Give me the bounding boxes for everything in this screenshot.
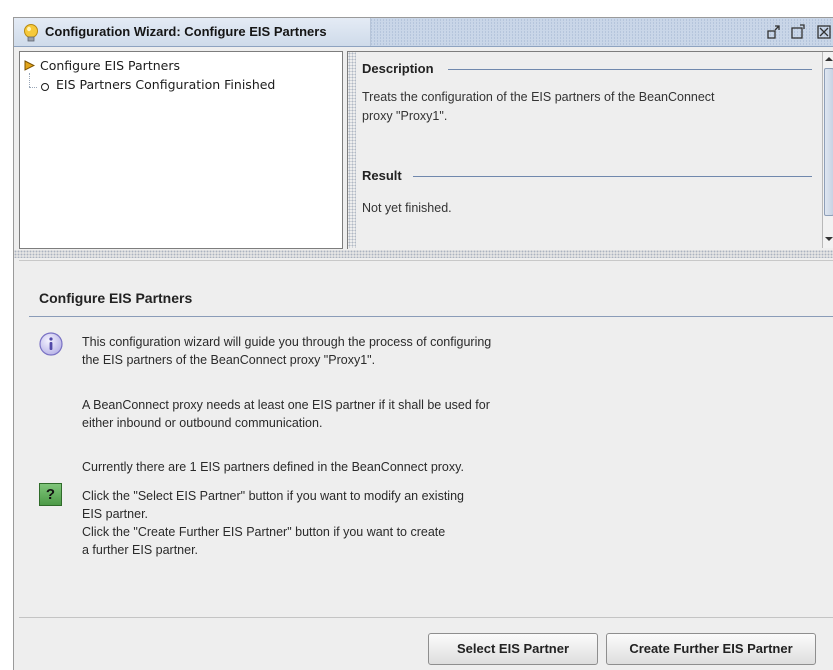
description-line-2: proxy "Proxy1". [362, 109, 448, 123]
result-heading: Result [362, 168, 402, 183]
question-icon: ? [39, 483, 62, 506]
wizard-window: Configuration Wizard: Configure EIS Part… [13, 17, 833, 670]
lightbulb-icon [24, 24, 38, 42]
details-pane: Description Treats the configuration of … [347, 51, 833, 249]
restore-icon[interactable] [766, 24, 782, 40]
description-heading: Description [362, 61, 434, 76]
message-line: EIS partner. [82, 507, 149, 521]
content-title: Configure EIS Partners [39, 290, 193, 306]
horizontal-splitter[interactable] [14, 250, 833, 258]
arrow-right-icon [24, 60, 35, 71]
message-line: the EIS partners of the BeanConnect prox… [82, 353, 376, 367]
description-line-1: Treats the configuration of the EIS part… [362, 90, 715, 104]
circle-icon [41, 83, 49, 91]
message-line: Click the "Create Further EIS Partner" b… [82, 525, 446, 539]
description-rule [448, 69, 812, 70]
window-title: Configuration Wizard: Configure EIS Part… [45, 24, 327, 39]
result-text: Not yet finished. [362, 201, 452, 215]
pane-border-texture [348, 52, 356, 248]
message-line: A BeanConnect proxy needs at least one E… [82, 398, 490, 412]
scrollbar-thumb[interactable] [824, 68, 833, 216]
result-rule [413, 176, 812, 177]
select-eis-partner-button[interactable]: Select EIS Partner [428, 633, 598, 665]
button-bar-divider [19, 617, 833, 618]
tree-connector [29, 87, 37, 88]
message-line: a further EIS partner. [82, 543, 199, 557]
message-line: either inbound or outbound communication… [82, 416, 323, 430]
close-icon[interactable] [816, 24, 832, 40]
content-title-rule [29, 316, 833, 317]
wizard-content-pane: Configure EIS Partners This configuratio… [19, 260, 833, 601]
tree-connector [29, 73, 30, 87]
title-bar[interactable]: Configuration Wizard: Configure EIS Part… [14, 18, 833, 47]
step-tree-pane: Configure EIS Partners EIS Partners Conf… [19, 51, 343, 249]
maximize-icon[interactable] [790, 24, 806, 40]
message-line: Currently there are 1 EIS partners defin… [82, 460, 464, 474]
message-line: Click the "Select EIS Partner" button if… [82, 489, 464, 503]
info-icon [39, 332, 63, 356]
message-line: This configuration wizard will guide you… [82, 335, 492, 349]
scroll-down-icon[interactable] [824, 234, 833, 244]
vertical-scrollbar[interactable] [822, 52, 833, 248]
tree-item-finished[interactable]: EIS Partners Configuration Finished [56, 77, 275, 92]
tree-item-configure-eis-partners[interactable]: Configure EIS Partners [40, 58, 180, 73]
scroll-up-icon[interactable] [824, 54, 833, 64]
create-further-eis-partner-button[interactable]: Create Further EIS Partner [606, 633, 816, 665]
